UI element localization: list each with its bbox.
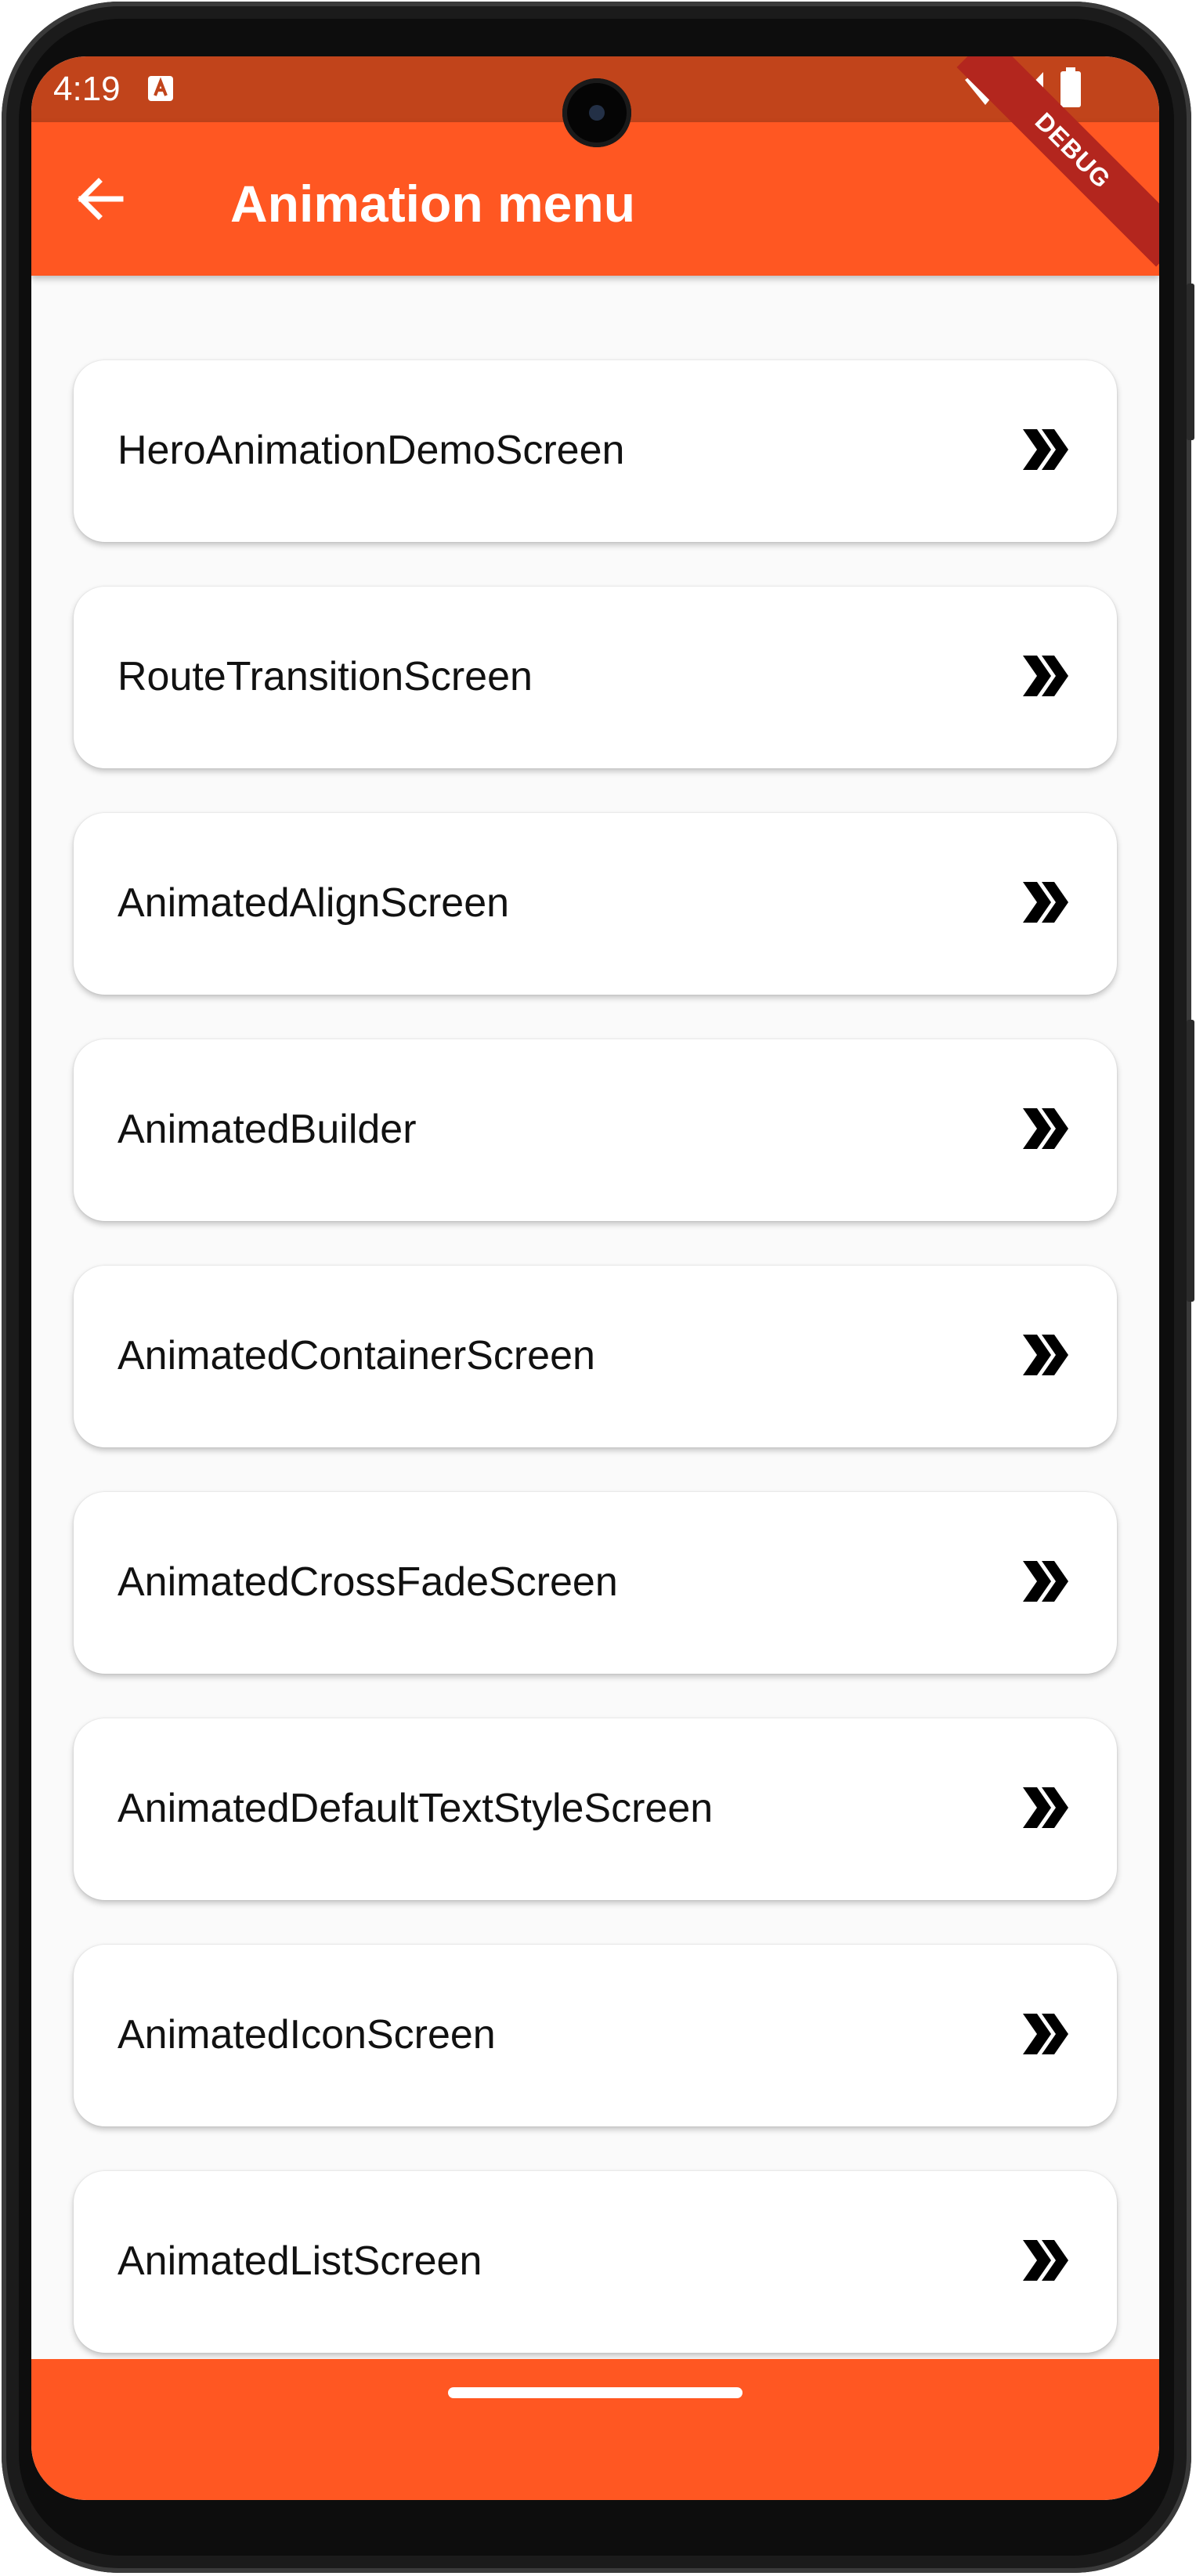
menu-item-label: HeroAnimationDemoScreen [117,428,625,473]
menu-item[interactable]: AnimatedIconScreen [74,1945,1117,2126]
menu-item[interactable]: AnimatedCrossFadeScreen [74,1492,1117,1674]
menu-item[interactable]: HeroAnimationDemoScreen [74,360,1117,542]
menu-item[interactable]: AnimatedListScreen [74,2171,1117,2353]
double-chevron-right-icon [1023,882,1068,923]
double-chevron-right-icon [1023,1561,1068,1602]
double-chevron-right-icon [1023,1108,1068,1149]
system-navigation-bar [31,2359,1159,2500]
menu-item-label: AnimatedBuilder [117,1107,417,1152]
double-chevron-right-icon [1023,656,1068,696]
double-chevron-right-icon [1023,429,1068,470]
menu-item-label: AnimatedDefaultTextStyleScreen [117,1786,714,1831]
menu-item[interactable]: AnimatedBuilder [74,1039,1117,1221]
screen: 4:19 Animation menu DEBUG HeroAnimationD… [31,56,1159,2500]
double-chevron-right-icon [1023,2014,1068,2054]
menu-item-label: AnimatedCrossFadeScreen [117,1559,618,1605]
power-button [1187,284,1194,440]
front-camera [562,78,631,147]
back-arrow-icon[interactable] [72,171,128,227]
menu-item[interactable]: AnimatedDefaultTextStyleScreen [74,1718,1117,1900]
volume-button [1187,1020,1194,1302]
menu-item-label: RouteTransitionScreen [117,654,533,699]
double-chevron-right-icon [1023,1787,1068,1828]
menu-item[interactable]: RouteTransitionScreen [74,587,1117,768]
menu-item-label: AnimatedContainerScreen [117,1333,595,1378]
menu-item[interactable]: AnimatedAlignScreen [74,813,1117,995]
double-chevron-right-icon [1023,1335,1068,1375]
menu-item-label: AnimatedListScreen [117,2238,482,2284]
double-chevron-right-icon [1023,2240,1068,2281]
home-indicator[interactable] [448,2387,743,2398]
menu-item-label: AnimatedAlignScreen [117,880,510,926]
device: 4:19 Animation menu DEBUG HeroAnimationD… [0,0,1196,2576]
menu-item[interactable]: AnimatedContainerScreen [74,1266,1117,1447]
status-time: 4:19 [53,70,121,108]
notification-app-icon [148,76,173,101]
menu-item-label: AnimatedIconScreen [117,2012,496,2058]
animation-menu-list: HeroAnimationDemoScreen RouteTransitionS… [31,276,1159,2359]
page-title: Animation menu [230,175,636,233]
battery-icon [1061,67,1081,107]
